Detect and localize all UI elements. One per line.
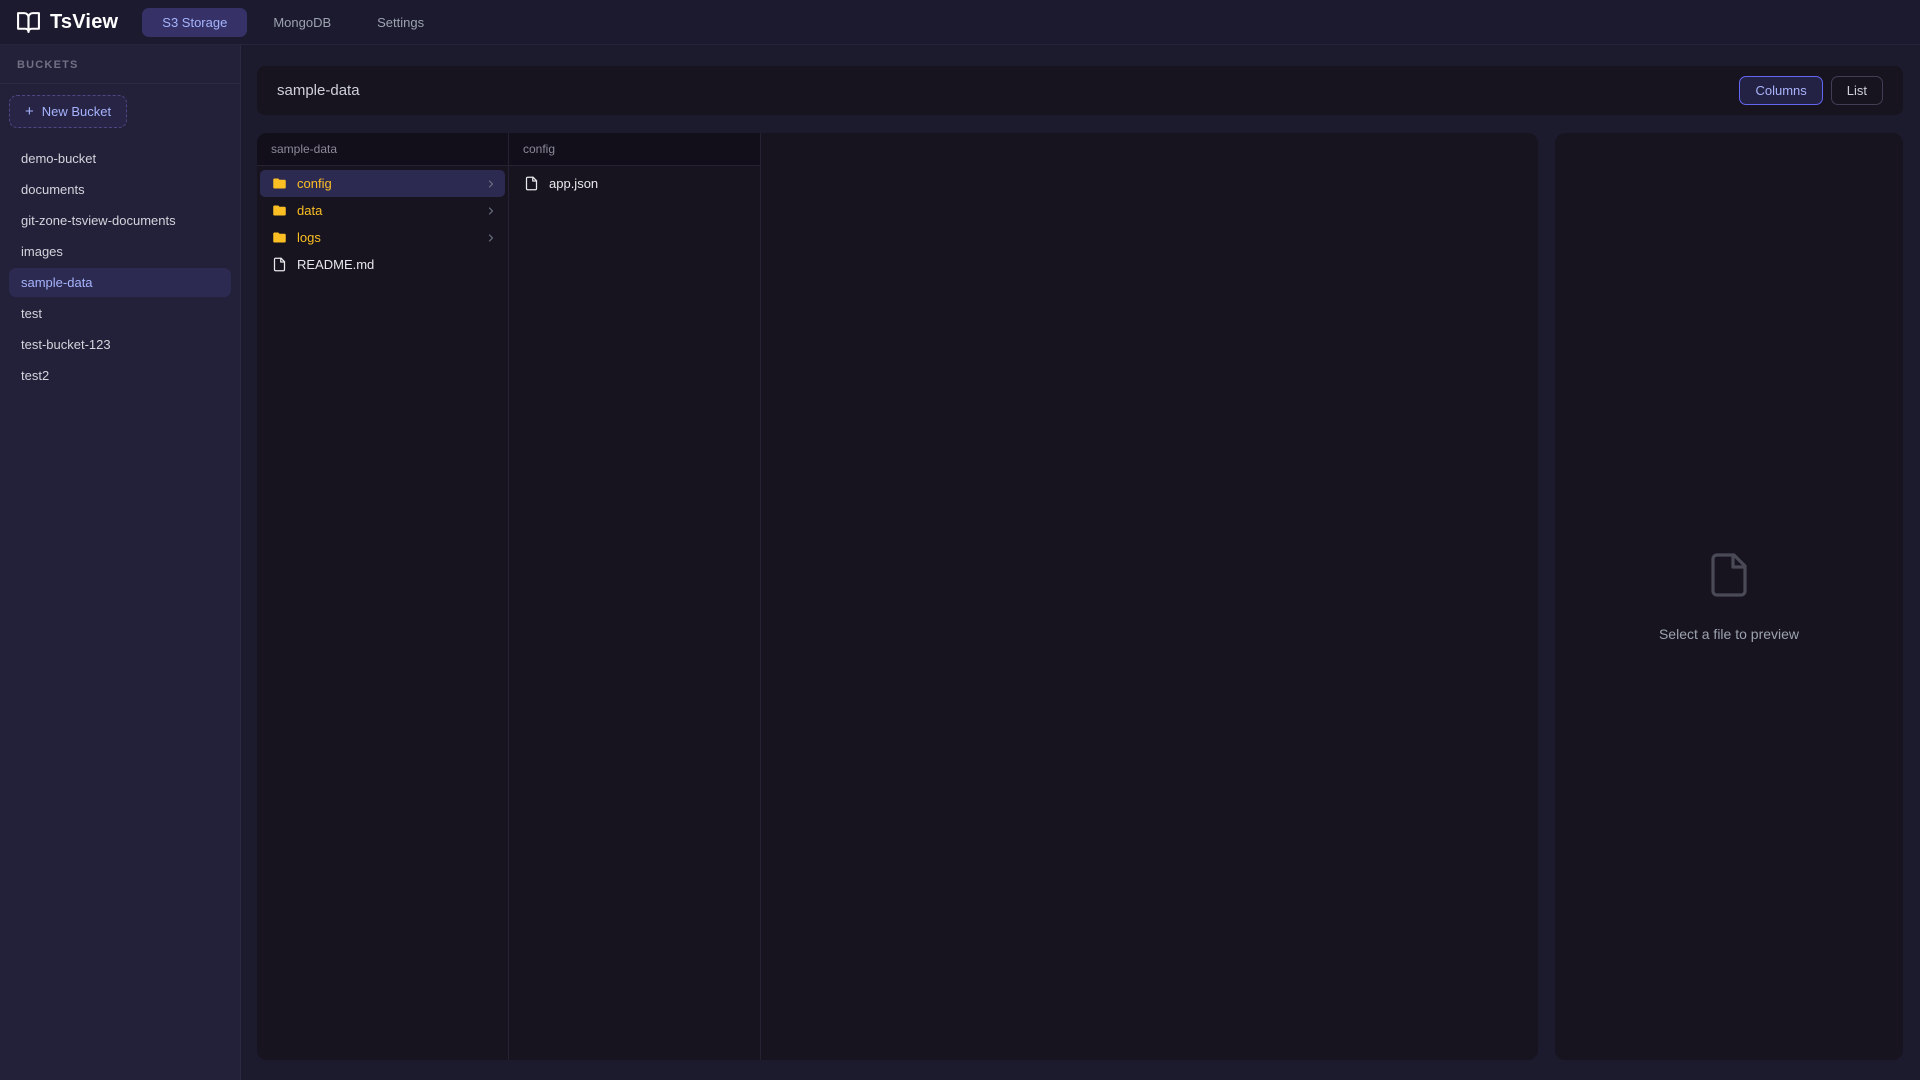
buckets-sidebar: BUCKETS + New Bucket demo-bucket documen… xyxy=(0,45,241,1080)
folder-icon xyxy=(272,203,287,218)
buckets-heading: BUCKETS xyxy=(0,45,240,84)
main-area: sample-data Columns List sample-data con… xyxy=(241,45,1920,1080)
file-columns-panel: sample-data config data logs README.md c… xyxy=(257,133,1538,1060)
file-column-config: config app.json xyxy=(509,133,761,1060)
bucket-item-git-zone-tsview-documents[interactable]: git-zone-tsview-documents xyxy=(9,206,231,235)
tab-s3-storage[interactable]: S3 Storage xyxy=(142,7,248,37)
file-name: README.md xyxy=(297,257,375,272)
view-toggle: Columns List xyxy=(1739,76,1883,105)
bucket-item-test[interactable]: test xyxy=(9,299,231,328)
file-row-logs[interactable]: logs xyxy=(260,224,505,251)
new-bucket-button[interactable]: + New Bucket xyxy=(9,95,128,128)
content-row: sample-data config data logs README.md c… xyxy=(257,133,1903,1060)
column-header: config xyxy=(509,133,760,166)
plus-icon: + xyxy=(25,103,34,120)
book-icon xyxy=(16,10,41,35)
bucket-item-sample-data[interactable]: sample-data xyxy=(9,268,231,297)
bucket-item-test-bucket-123[interactable]: test-bucket-123 xyxy=(9,330,231,359)
preview-placeholder-text: Select a file to preview xyxy=(1658,626,1800,642)
columns-view-button[interactable]: Columns xyxy=(1739,76,1823,105)
chevron-right-icon xyxy=(485,178,497,190)
file-row-data[interactable]: data xyxy=(260,197,505,224)
new-bucket-label: New Bucket xyxy=(41,104,112,119)
tab-settings[interactable]: Settings xyxy=(357,8,444,37)
file-icon xyxy=(272,257,287,272)
bucket-item-images[interactable]: images xyxy=(9,237,231,266)
tab-mongodb[interactable]: MongoDB xyxy=(253,8,351,37)
bucket-item-demo-bucket[interactable]: demo-bucket xyxy=(9,144,231,173)
file-icon xyxy=(524,176,539,191)
bucket-title: sample-data xyxy=(277,82,360,99)
nav-tabs: S3 Storage MongoDB Settings xyxy=(142,7,444,37)
column-items: config data logs README.md xyxy=(257,166,508,282)
folder-icon xyxy=(272,230,287,245)
column-header: sample-data xyxy=(257,133,508,166)
bucket-list: demo-bucket documents git-zone-tsview-do… xyxy=(0,142,240,394)
app-title: TsView xyxy=(50,10,119,33)
file-name: config xyxy=(297,176,332,191)
bucket-item-documents[interactable]: documents xyxy=(9,175,231,204)
file-name: data xyxy=(297,203,323,218)
file-column-sample-data: sample-data config data logs README.md xyxy=(257,133,509,1060)
file-row-app-json[interactable]: app.json xyxy=(512,170,757,197)
folder-icon xyxy=(272,176,287,191)
app-logo: TsView xyxy=(16,10,118,35)
file-name: logs xyxy=(297,230,321,245)
file-placeholder-icon xyxy=(1705,551,1753,604)
file-row-config[interactable]: config xyxy=(260,170,505,197)
file-row-readme[interactable]: README.md xyxy=(260,251,505,278)
column-items: app.json xyxy=(509,166,760,201)
chevron-right-icon xyxy=(485,205,497,217)
bucket-item-test2[interactable]: test2 xyxy=(9,361,231,390)
preview-panel: Select a file to preview xyxy=(1555,133,1903,1060)
list-view-button[interactable]: List xyxy=(1830,76,1883,105)
chevron-right-icon xyxy=(485,232,497,244)
top-nav: TsView S3 Storage MongoDB Settings xyxy=(0,0,1920,45)
file-name: app.json xyxy=(549,176,599,191)
bucket-header: sample-data Columns List xyxy=(257,66,1903,115)
